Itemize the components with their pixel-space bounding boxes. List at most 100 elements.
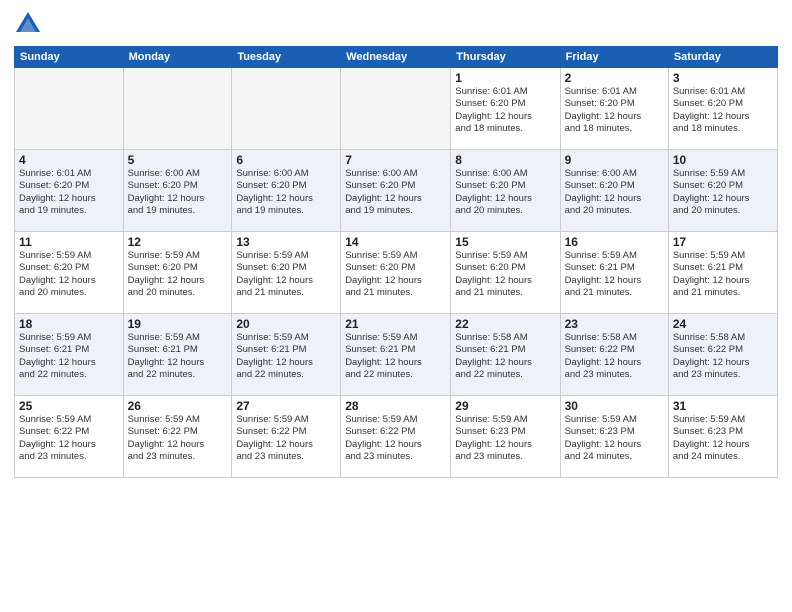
day-number: 6 [236, 153, 336, 167]
day-info: Sunrise: 5:59 AM Sunset: 6:20 PM Dayligh… [128, 250, 228, 299]
calendar-cell: 31Sunrise: 5:59 AM Sunset: 6:23 PM Dayli… [668, 396, 777, 478]
calendar-cell: 7Sunrise: 6:00 AM Sunset: 6:20 PM Daylig… [341, 150, 451, 232]
weekday-header-sunday: Sunday [15, 47, 124, 68]
calendar-cell: 24Sunrise: 5:58 AM Sunset: 6:22 PM Dayli… [668, 314, 777, 396]
week-row-2: 4Sunrise: 6:01 AM Sunset: 6:20 PM Daylig… [15, 150, 778, 232]
day-number: 16 [565, 235, 664, 249]
day-number: 11 [19, 235, 119, 249]
calendar-cell [15, 68, 124, 150]
day-number: 18 [19, 317, 119, 331]
calendar-cell: 13Sunrise: 5:59 AM Sunset: 6:20 PM Dayli… [232, 232, 341, 314]
day-number: 23 [565, 317, 664, 331]
weekday-header-row: SundayMondayTuesdayWednesdayThursdayFrid… [15, 47, 778, 68]
calendar-cell: 16Sunrise: 5:59 AM Sunset: 6:21 PM Dayli… [560, 232, 668, 314]
calendar-cell: 5Sunrise: 6:00 AM Sunset: 6:20 PM Daylig… [123, 150, 232, 232]
calendar-cell: 14Sunrise: 5:59 AM Sunset: 6:20 PM Dayli… [341, 232, 451, 314]
header [14, 10, 778, 38]
day-info: Sunrise: 6:01 AM Sunset: 6:20 PM Dayligh… [455, 86, 555, 135]
day-number: 4 [19, 153, 119, 167]
calendar-cell: 19Sunrise: 5:59 AM Sunset: 6:21 PM Dayli… [123, 314, 232, 396]
day-info: Sunrise: 5:59 AM Sunset: 6:22 PM Dayligh… [236, 414, 336, 463]
weekday-header-friday: Friday [560, 47, 668, 68]
day-info: Sunrise: 5:58 AM Sunset: 6:21 PM Dayligh… [455, 332, 555, 381]
day-number: 17 [673, 235, 773, 249]
day-info: Sunrise: 6:01 AM Sunset: 6:20 PM Dayligh… [673, 86, 773, 135]
calendar-cell: 4Sunrise: 6:01 AM Sunset: 6:20 PM Daylig… [15, 150, 124, 232]
calendar-cell: 2Sunrise: 6:01 AM Sunset: 6:20 PM Daylig… [560, 68, 668, 150]
logo-icon [14, 10, 42, 38]
day-number: 20 [236, 317, 336, 331]
day-number: 29 [455, 399, 555, 413]
day-number: 10 [673, 153, 773, 167]
weekday-header-wednesday: Wednesday [341, 47, 451, 68]
day-number: 7 [345, 153, 446, 167]
weekday-header-thursday: Thursday [451, 47, 560, 68]
day-info: Sunrise: 5:59 AM Sunset: 6:22 PM Dayligh… [345, 414, 446, 463]
calendar-cell: 18Sunrise: 5:59 AM Sunset: 6:21 PM Dayli… [15, 314, 124, 396]
calendar-cell: 11Sunrise: 5:59 AM Sunset: 6:20 PM Dayli… [15, 232, 124, 314]
calendar-cell: 21Sunrise: 5:59 AM Sunset: 6:21 PM Dayli… [341, 314, 451, 396]
calendar-cell: 6Sunrise: 6:00 AM Sunset: 6:20 PM Daylig… [232, 150, 341, 232]
day-info: Sunrise: 6:00 AM Sunset: 6:20 PM Dayligh… [345, 168, 446, 217]
calendar-cell [123, 68, 232, 150]
day-info: Sunrise: 6:01 AM Sunset: 6:20 PM Dayligh… [19, 168, 119, 217]
day-info: Sunrise: 5:59 AM Sunset: 6:21 PM Dayligh… [345, 332, 446, 381]
week-row-5: 25 Sunrise: 5:59 AM Sunset: 6:22 PM Dayli… [15, 396, 778, 478]
calendar-cell: 29Sunrise: 5:59 AM Sunset: 6:23 PM Dayli… [451, 396, 560, 478]
day-number: 3 [673, 71, 773, 85]
day-info: Sunrise: 5:59 AM Sunset: 6:23 PM Dayligh… [455, 414, 555, 463]
day-info: Sunrise: 5:59 AM Sunset: 6:23 PM Dayligh… [673, 414, 773, 463]
day-info: Sunrise: 5:59 AM Sunset: 6:21 PM Dayligh… [128, 332, 228, 381]
day-number: 5 [128, 153, 228, 167]
day-info: Sunrise: 5:59 AM Sunset: 6:21 PM Dayligh… [236, 332, 336, 381]
weekday-header-monday: Monday [123, 47, 232, 68]
calendar-cell: 27Sunrise: 5:59 AM Sunset: 6:22 PM Dayli… [232, 396, 341, 478]
day-info: Sunrise: 5:59 AM Sunset: 6:23 PM Dayligh… [565, 414, 664, 463]
calendar-cell: 26Sunrise: 5:59 AM Sunset: 6:22 PM Dayli… [123, 396, 232, 478]
day-number: 24 [673, 317, 773, 331]
week-row-1: 1Sunrise: 6:01 AM Sunset: 6:20 PM Daylig… [15, 68, 778, 150]
day-info: Sunrise: 6:00 AM Sunset: 6:20 PM Dayligh… [455, 168, 555, 217]
day-number: 21 [345, 317, 446, 331]
day-info: Sunrise: 5:59 AM Sunset: 6:20 PM Dayligh… [345, 250, 446, 299]
calendar-cell: 17Sunrise: 5:59 AM Sunset: 6:21 PM Dayli… [668, 232, 777, 314]
day-info: Sunrise: 5:59 AM Sunset: 6:21 PM Dayligh… [19, 332, 119, 381]
weekday-header-tuesday: Tuesday [232, 47, 341, 68]
calendar-cell: 28Sunrise: 5:59 AM Sunset: 6:22 PM Dayli… [341, 396, 451, 478]
day-number: 2 [565, 71, 664, 85]
day-number: 19 [128, 317, 228, 331]
calendar-cell: 22Sunrise: 5:58 AM Sunset: 6:21 PM Dayli… [451, 314, 560, 396]
calendar-cell [341, 68, 451, 150]
calendar-cell: 9Sunrise: 6:00 AM Sunset: 6:20 PM Daylig… [560, 150, 668, 232]
calendar-cell: 20Sunrise: 5:59 AM Sunset: 6:21 PM Dayli… [232, 314, 341, 396]
day-info: Sunrise: 5:58 AM Sunset: 6:22 PM Dayligh… [565, 332, 664, 381]
calendar-cell: 3Sunrise: 6:01 AM Sunset: 6:20 PM Daylig… [668, 68, 777, 150]
day-info: Sunrise: 5:58 AM Sunset: 6:22 PM Dayligh… [673, 332, 773, 381]
day-info: Sunrise: 6:00 AM Sunset: 6:20 PM Dayligh… [236, 168, 336, 217]
page-container: SundayMondayTuesdayWednesdayThursdayFrid… [0, 0, 792, 612]
day-number: 22 [455, 317, 555, 331]
week-row-3: 11 Sunrise: 5:59 AM Sunset: 6:20 PM Dayli… [15, 232, 778, 314]
day-number: 28 [345, 399, 446, 413]
day-info: Sunrise: 5:59 AM Sunset: 6:21 PM Dayligh… [565, 250, 664, 299]
day-number: 27 [236, 399, 336, 413]
day-info: Sunrise: 5:59 AM Sunset: 6:20 PM Dayligh… [673, 168, 773, 217]
day-number: 9 [565, 153, 664, 167]
calendar-cell: 8Sunrise: 6:00 AM Sunset: 6:20 PM Daylig… [451, 150, 560, 232]
calendar-cell: 15Sunrise: 5:59 AM Sunset: 6:20 PM Dayli… [451, 232, 560, 314]
day-number: 15 [455, 235, 555, 249]
day-number: 25 [19, 399, 119, 413]
calendar-cell: 12Sunrise: 5:59 AM Sunset: 6:20 PM Dayli… [123, 232, 232, 314]
day-info: Sunrise: 5:59 AM Sunset: 6:20 PM Dayligh… [455, 250, 555, 299]
calendar-cell: 30Sunrise: 5:59 AM Sunset: 6:23 PM Dayli… [560, 396, 668, 478]
logo [14, 10, 46, 38]
weekday-header-saturday: Saturday [668, 47, 777, 68]
day-number: 26 [128, 399, 228, 413]
day-info: Sunrise: 6:01 AM Sunset: 6:20 PM Dayligh… [565, 86, 664, 135]
calendar: SundayMondayTuesdayWednesdayThursdayFrid… [14, 46, 778, 478]
calendar-cell: 10Sunrise: 5:59 AM Sunset: 6:20 PM Dayli… [668, 150, 777, 232]
day-number: 13 [236, 235, 336, 249]
day-number: 8 [455, 153, 555, 167]
calendar-cell: 25Sunrise: 5:59 AM Sunset: 6:22 PM Dayli… [15, 396, 124, 478]
day-info: Sunrise: 5:59 AM Sunset: 6:21 PM Dayligh… [673, 250, 773, 299]
